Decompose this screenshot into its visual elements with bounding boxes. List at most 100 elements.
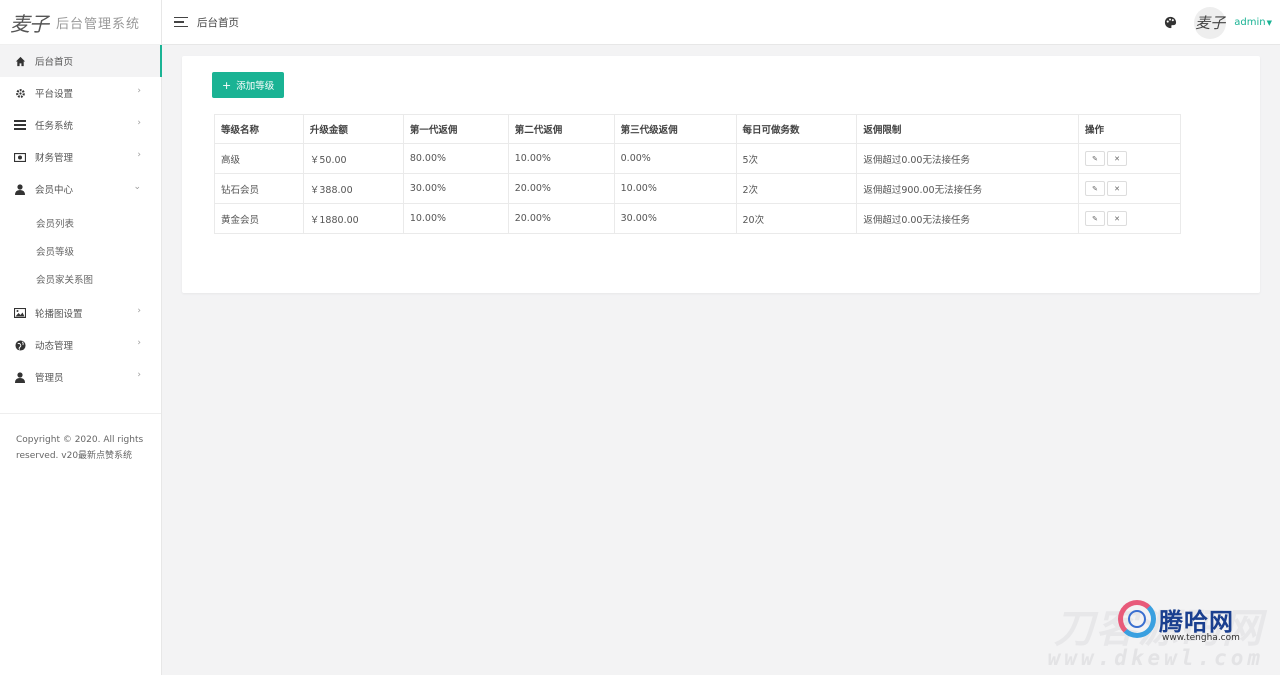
commission-limit: 返佣超过900.00无法接任务 — [856, 173, 1080, 204]
upgrade-amount: ￥1880.00 — [302, 203, 404, 234]
table-row: 黄金会员 ￥1880.00 10.00% 20.00% 30.00% 20次 返… — [214, 203, 1181, 234]
delete-icon[interactable]: ✕ — [1107, 211, 1128, 226]
globe-icon — [14, 339, 26, 351]
watermark-brand: 腾哈网 — [1159, 607, 1234, 636]
sidebar-subitem-member-relations[interactable]: 会员家关系图 — [0, 265, 161, 293]
logo-mark: 麦子 — [10, 11, 49, 36]
sidebar-item-platform-settings[interactable]: 平台设置 › — [0, 77, 161, 109]
upgrade-amount: ￥388.00 — [302, 173, 404, 204]
chevron-right-icon: › — [137, 306, 141, 316]
edit-icon[interactable]: ✎ — [1085, 181, 1106, 196]
list-icon — [14, 119, 26, 131]
add-level-label: 添加等级 — [236, 81, 275, 92]
sidebar-item-admins[interactable]: 管理员 › — [0, 361, 161, 393]
add-level-button[interactable]: + 添加等级 — [212, 72, 285, 98]
upgrade-amount: ￥50.00 — [302, 143, 404, 174]
delete-icon[interactable]: ✕ — [1107, 151, 1128, 166]
sidebar-item-label: 管理员 — [35, 373, 64, 384]
watermark-url: www.tengha.com — [1162, 633, 1240, 643]
level-table: 等级名称 升级金额 第一代返佣 第二代返佣 第三代级返佣 每日可做务数 返佣限制… — [214, 114, 1181, 234]
gear-logo-icon — [1118, 600, 1156, 638]
commission-2: 10.00% — [507, 143, 615, 174]
level-name: 钻石会员 — [214, 173, 304, 204]
logo[interactable]: 麦子 后台管理系统 — [0, 0, 161, 45]
sidebar-item-carousel[interactable]: 轮播图设置 › — [0, 297, 161, 329]
chevron-right-icon: › — [137, 150, 141, 160]
column-header: 升级金额 — [302, 114, 404, 144]
edit-icon[interactable]: ✎ — [1085, 151, 1106, 166]
sidebar-item-label: 后台首页 — [35, 57, 74, 68]
commission-3: 30.00% — [613, 203, 737, 234]
edit-icon[interactable]: ✎ — [1085, 211, 1106, 226]
sidebar-item-finance[interactable]: 财务管理 › — [0, 141, 161, 173]
commission-1: 80.00% — [402, 143, 509, 174]
sidebar-item-task-system[interactable]: 任务系统 › — [0, 109, 161, 141]
image-icon — [14, 307, 26, 319]
commission-1: 10.00% — [402, 203, 509, 234]
level-name: 黄金会员 — [214, 203, 304, 234]
level-name: 高级 — [214, 143, 304, 174]
breadcrumb: 后台首页 — [197, 16, 239, 29]
plus-icon: + — [222, 78, 232, 92]
commission-limit: 返佣超过0.00无法接任务 — [856, 143, 1080, 174]
commission-3: 0.00% — [613, 143, 737, 174]
row-actions: ✎ ✕ — [1078, 143, 1181, 174]
column-header: 第三代级返佣 — [613, 114, 737, 144]
commission-2: 20.00% — [507, 203, 615, 234]
column-header: 等级名称 — [214, 114, 304, 144]
table-header-row: 等级名称 升级金额 第一代返佣 第二代返佣 第三代级返佣 每日可做务数 返佣限制… — [214, 114, 1181, 144]
chevron-right-icon: › — [137, 370, 141, 380]
copyright: Copyright © 2020. All rights reserved. v… — [0, 413, 161, 482]
gear-icon — [14, 87, 26, 99]
watermark-domain: www.dkewl.com — [1047, 646, 1264, 670]
user-icon — [14, 183, 26, 195]
commission-3: 10.00% — [613, 173, 737, 204]
sidebar-nav: 后台首页 平台设置 › 任务系统 › 财务管理 › 会员中心 ⌄ 会员列表 会员… — [0, 45, 162, 393]
daily-tasks: 5次 — [735, 143, 858, 174]
user-menu[interactable]: admin▼ — [1234, 17, 1272, 28]
sidebar-item-label: 动态管理 — [35, 341, 74, 352]
sidebar-subitem-member-list[interactable]: 会员列表 — [0, 209, 161, 237]
table-row: 钻石会员 ￥388.00 30.00% 20.00% 10.00% 2次 返佣超… — [214, 173, 1181, 204]
table-row: 高级 ￥50.00 80.00% 10.00% 0.00% 5次 返佣超过0.0… — [214, 143, 1181, 174]
chevron-right-icon: › — [137, 118, 141, 128]
sidebar-item-label: 任务系统 — [35, 121, 74, 132]
row-actions: ✎ ✕ — [1078, 203, 1181, 234]
column-header: 第二代返佣 — [507, 114, 615, 144]
commission-2: 20.00% — [507, 173, 615, 204]
topbar-right: 麦子 admin▼ — [1164, 0, 1272, 45]
sidebar-subitem-member-level[interactable]: 会员等级 — [0, 237, 161, 265]
sidebar-item-home[interactable]: 后台首页 — [0, 45, 162, 77]
daily-tasks: 20次 — [735, 203, 858, 234]
home-icon — [14, 55, 26, 67]
sidebar-item-dynamics[interactable]: 动态管理 › — [0, 329, 161, 361]
sidebar-item-label: 会员中心 — [35, 185, 74, 196]
logo-title: 后台管理系统 — [56, 16, 141, 32]
money-icon — [14, 151, 26, 163]
level-panel: + 添加等级 等级名称 升级金额 第一代返佣 第二代返佣 第三代级返佣 每日可做… — [182, 56, 1260, 293]
sidebar-item-label: 轮播图设置 — [35, 309, 83, 320]
user-icon — [14, 371, 26, 383]
column-header: 操作 — [1078, 114, 1181, 144]
commission-1: 30.00% — [402, 173, 509, 204]
copyright-line: reserved. v20最新点赞系统 — [16, 451, 133, 461]
commission-limit: 返佣超过0.00无法接任务 — [856, 203, 1080, 234]
sidebar-item-member-center[interactable]: 会员中心 ⌄ — [0, 173, 161, 205]
sidebar-item-label: 财务管理 — [35, 153, 74, 164]
chevron-right-icon: › — [137, 338, 141, 348]
avatar[interactable]: 麦子 — [1194, 6, 1227, 39]
delete-icon[interactable]: ✕ — [1107, 181, 1128, 196]
row-actions: ✎ ✕ — [1078, 173, 1181, 204]
topbar: 后台首页 麦子 admin▼ — [162, 0, 1280, 45]
column-header: 第一代返佣 — [402, 114, 509, 144]
copyright-line: Copyright © 2020. All rights — [16, 435, 144, 445]
menu-toggle-icon[interactable] — [174, 16, 188, 28]
palette-icon[interactable] — [1164, 16, 1178, 30]
column-header: 每日可做务数 — [735, 114, 858, 144]
sidebar-item-label: 平台设置 — [35, 89, 74, 100]
column-header: 返佣限制 — [856, 114, 1080, 144]
username: admin — [1234, 17, 1266, 28]
daily-tasks: 2次 — [735, 173, 858, 204]
chevron-right-icon: › — [137, 86, 141, 96]
chevron-down-icon: ⌄ — [133, 182, 141, 192]
